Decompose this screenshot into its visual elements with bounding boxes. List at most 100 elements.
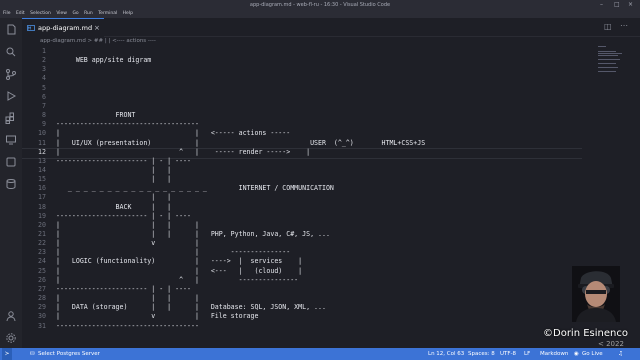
search-icon[interactable] bbox=[5, 46, 17, 58]
line-text: | | | | bbox=[56, 220, 199, 229]
line-number: 19 bbox=[38, 211, 46, 220]
line-number: 5 bbox=[42, 83, 46, 92]
line-text: | | | | PHP, Python, Java, C#, JS, ... bbox=[56, 230, 330, 238]
editor-line[interactable]: 25 | | <--- | (cloud) | bbox=[22, 267, 582, 276]
editor-line[interactable]: 4 bbox=[22, 74, 582, 83]
tab-close-icon[interactable]: × bbox=[94, 19, 100, 37]
line-text: | v | File storage bbox=[56, 312, 259, 321]
editor-line[interactable]: 12 | ^ | ----- render -----> | bbox=[22, 147, 582, 159]
line-number: 13 bbox=[38, 156, 46, 165]
editor-line[interactable]: 27 ----------------------- | - | ---- bbox=[22, 285, 582, 294]
gear-icon[interactable] bbox=[5, 332, 17, 344]
line-text: | | bbox=[56, 165, 172, 174]
line-text: ------------------------------------ bbox=[56, 321, 199, 330]
line-number: 21 bbox=[38, 230, 46, 238]
line-text: ----------------------- | - | ---- bbox=[56, 156, 191, 165]
account-icon[interactable] bbox=[5, 310, 17, 322]
status-go-live[interactable]: Go Live bbox=[582, 348, 603, 360]
docker-icon[interactable] bbox=[5, 156, 17, 168]
line-number: 10 bbox=[38, 129, 46, 138]
close-icon[interactable]: × bbox=[628, 0, 633, 10]
editor-line[interactable]: 30 | v | File storage bbox=[22, 312, 582, 321]
editor-line[interactable]: 8 FRONT bbox=[22, 111, 582, 120]
editor-line[interactable]: 31 ------------------------------------ bbox=[22, 322, 582, 331]
status-encoding[interactable]: UTF-8 bbox=[500, 348, 516, 360]
line-number: 22 bbox=[38, 239, 46, 248]
menu-edit[interactable]: Edit bbox=[16, 11, 25, 16]
line-number: 25 bbox=[38, 266, 46, 275]
tab-label: app-diagram.md bbox=[38, 24, 93, 32]
menu-help[interactable]: Help bbox=[123, 11, 133, 16]
editor-line[interactable]: 21 | | | | PHP, Python, Java, C#, JS, ... bbox=[22, 230, 582, 239]
minimap[interactable] bbox=[596, 44, 626, 84]
editor-line[interactable]: 26 | ^ | --------------- bbox=[22, 276, 582, 285]
menu-terminal[interactable]: Terminal bbox=[98, 11, 117, 16]
editor-line[interactable]: 22 | v | bbox=[22, 239, 582, 248]
split-editor-icon[interactable]: ◫ bbox=[604, 22, 612, 31]
status-db-icon[interactable]: ⛁ bbox=[30, 348, 35, 360]
line-number: 9 bbox=[42, 120, 46, 129]
status-db-server[interactable]: Select Postgres Server bbox=[38, 348, 100, 360]
editor-line[interactable]: 2 WEB app/site digram bbox=[22, 56, 582, 65]
remote-indicator-icon[interactable]: ≻ bbox=[2, 348, 12, 360]
line-text: | LOGIC (functionality) | ----> | servic… bbox=[56, 257, 303, 266]
line-text: | ^ | ----- render -----> | bbox=[56, 147, 311, 156]
editor-line[interactable]: 6 bbox=[22, 93, 582, 102]
line-number: 24 bbox=[38, 257, 46, 266]
editor-line[interactable]: 24 | LOGIC (functionality) | ----> | serv… bbox=[22, 257, 582, 266]
editor-line[interactable]: 20 | | | | bbox=[22, 221, 582, 230]
menu-selection[interactable]: Selection bbox=[30, 11, 51, 16]
go-live-icon[interactable]: ◉ bbox=[574, 348, 579, 360]
extensions-icon[interactable] bbox=[5, 112, 17, 124]
notifications-icon[interactable]: ♫ bbox=[618, 348, 623, 360]
editor-line[interactable]: 3 bbox=[22, 65, 582, 74]
line-text: | | bbox=[56, 175, 172, 184]
source-control-icon[interactable] bbox=[5, 68, 17, 80]
remote-explorer-icon[interactable] bbox=[5, 134, 17, 146]
editor-line[interactable]: 16 _ _ _ _ _ _ _ _ _ _ _ _ _ _ _ _ _ _ I… bbox=[22, 184, 582, 193]
editor-area[interactable]: 12 WEB app/site digram 3 4 5 6 7 8 FRONT 9 -----… bbox=[22, 46, 640, 348]
editor-line[interactable]: 15 | | bbox=[22, 175, 582, 184]
line-number: 6 bbox=[42, 92, 46, 101]
line-number: 2 bbox=[42, 56, 46, 65]
editor-line[interactable]: 1 bbox=[22, 47, 582, 56]
status-eol[interactable]: LF bbox=[524, 348, 530, 360]
editor-line[interactable]: 10 | | <----- actions ----- bbox=[22, 129, 582, 138]
editor-line[interactable]: 17 | | bbox=[22, 193, 582, 202]
status-spaces[interactable]: Spaces: 8 bbox=[468, 348, 495, 360]
editor-line[interactable]: 28 | | | | bbox=[22, 294, 582, 303]
database-icon[interactable] bbox=[5, 178, 17, 190]
editor-line[interactable]: 19 ----------------------- | - | ---- bbox=[22, 212, 582, 221]
run-debug-icon[interactable] bbox=[5, 90, 17, 102]
editor-line[interactable]: 7 bbox=[22, 102, 582, 111]
line-text: | ^ | --------------- bbox=[56, 275, 299, 284]
line-number: 17 bbox=[38, 193, 46, 202]
line-text: _ _ _ _ _ _ _ _ _ _ _ _ _ _ _ _ _ _ INTE… bbox=[56, 184, 334, 193]
line-number: 3 bbox=[42, 65, 46, 74]
status-cursor-position[interactable]: Ln 12, Col 63 bbox=[428, 348, 464, 360]
editor-line[interactable]: 11 | UI/UX (presentation) | USER (^_^) HT… bbox=[22, 139, 582, 148]
editor-line[interactable]: 9 ------------------------------------ bbox=[22, 120, 582, 129]
minimize-icon[interactable]: – bbox=[600, 0, 603, 10]
more-actions-icon[interactable]: ⋯ bbox=[620, 21, 628, 30]
editor-line[interactable]: 23 | | --------------- bbox=[22, 248, 582, 257]
menu-run[interactable]: Run bbox=[84, 11, 93, 16]
editor-line[interactable]: 14 | | bbox=[22, 166, 582, 175]
line-number: 1 bbox=[42, 47, 46, 55]
line-text: FRONT bbox=[56, 111, 136, 120]
markdown-file-icon bbox=[27, 25, 35, 31]
menu-view[interactable]: View bbox=[56, 11, 67, 16]
editor-line[interactable]: 18 BACK | | bbox=[22, 203, 582, 212]
line-text: | UI/UX (presentation) | USER (^_^) HTML… bbox=[56, 138, 426, 147]
menu-go[interactable]: Go bbox=[72, 11, 78, 16]
editor-line[interactable]: 5 bbox=[22, 84, 582, 93]
maximize-icon[interactable]: □ bbox=[614, 0, 620, 10]
editor-line[interactable]: 13 ----------------------- | - | ---- bbox=[22, 157, 582, 166]
menu-file[interactable]: File bbox=[3, 11, 11, 16]
breadcrumb[interactable]: app-diagram.md > ## | | <---- actions --… bbox=[22, 36, 156, 46]
status-language[interactable]: Markdown bbox=[540, 348, 568, 360]
explorer-icon[interactable] bbox=[5, 24, 17, 36]
editor-line[interactable]: 29 | DATA (storage) | | | Database: SQL, … bbox=[22, 303, 582, 312]
line-text: | | | | bbox=[56, 294, 199, 303]
tab-app-diagram[interactable]: app-diagram.md × bbox=[22, 18, 104, 37]
